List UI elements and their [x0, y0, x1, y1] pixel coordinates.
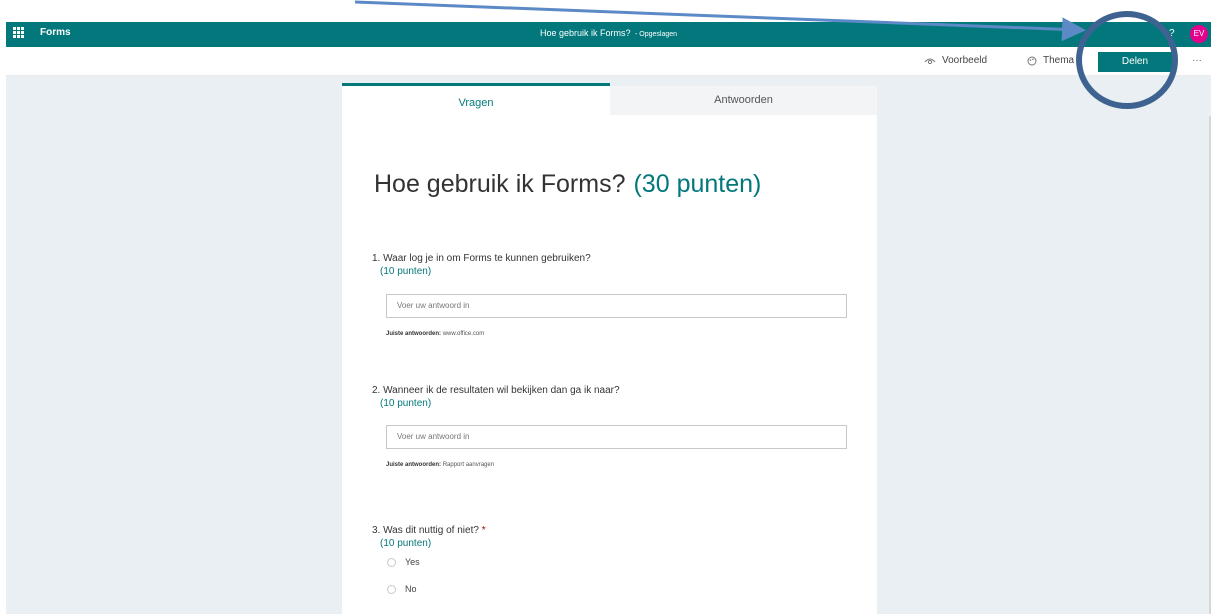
question-points: (10 punten): [380, 538, 432, 549]
question-1[interactable]: 1. Waar log je in om Forms te kunnen geb…: [372, 253, 591, 277]
theme-button[interactable]: Thema: [1027, 55, 1074, 66]
answer-input-1[interactable]: Voer uw antwoord in: [386, 294, 847, 318]
radio-label: No: [405, 584, 417, 594]
help-icon[interactable]: ?: [1169, 28, 1175, 39]
form-card: Hoe gebruik ik Forms? (30 punten) 1. Waar…: [342, 115, 877, 614]
palette-icon: [1027, 56, 1037, 65]
theme-label: Thema: [1043, 55, 1075, 66]
command-bar: Voorbeeld Thema Delen ···: [6, 47, 1211, 76]
app-bar: Forms Hoe gebruik ik Forms? - Opgeslagen…: [6, 22, 1211, 47]
correct-answer-value: www.office.com: [442, 331, 485, 337]
correct-answer-2: Juiste antwoorden: Rapport aanvragen: [386, 462, 494, 468]
document-title: Hoe gebruik ik Forms? - Opgeslagen: [6, 28, 1211, 38]
radio-button[interactable]: [387, 557, 396, 567]
radio-button[interactable]: [387, 584, 396, 594]
question-text-label: 3. Was dit nuttig of niet?: [372, 525, 479, 536]
avatar[interactable]: EV: [1190, 25, 1208, 43]
answer-input-2[interactable]: Voer uw antwoord in: [386, 425, 847, 449]
radio-option-no[interactable]: No: [387, 584, 417, 594]
question-points: (10 punten): [380, 266, 432, 277]
required-mark: *: [481, 525, 486, 536]
share-button[interactable]: Delen: [1098, 52, 1172, 72]
question-points: (10 punten): [380, 398, 432, 409]
document-title-text: Hoe gebruik ik Forms?: [539, 28, 631, 38]
radio-label: Yes: [405, 557, 420, 567]
form-title-text: Hoe gebruik ik Forms?: [374, 170, 626, 198]
preview-label: Voorbeeld: [942, 55, 988, 66]
correct-answer-1: Juiste antwoorden: www.office.com: [386, 331, 484, 337]
question-text: 1. Waar log je in om Forms te kunnen geb…: [372, 253, 591, 264]
more-options-icon[interactable]: ···: [1192, 55, 1202, 66]
eye-icon: [924, 58, 936, 64]
question-2[interactable]: 2. Wanneer ik de resultaten wil bekijken…: [372, 385, 620, 409]
question-text: 3. Was dit nuttig of niet? *: [372, 525, 486, 536]
save-status: - Opgeslagen: [635, 31, 678, 38]
correct-answer-value: Rapport aanvragen: [442, 462, 495, 468]
correct-answer-label: Juiste antwoorden:: [386, 331, 442, 337]
tab-questions[interactable]: Vragen: [342, 83, 610, 118]
question-3[interactable]: 3. Was dit nuttig of niet? * (10 punten): [372, 525, 486, 549]
radio-option-yes[interactable]: Yes: [387, 557, 420, 567]
correct-answer-label: Juiste antwoorden:: [386, 462, 442, 468]
tab-responses[interactable]: Antwoorden: [610, 86, 877, 115]
question-text: 2. Wanneer ik de resultaten wil bekijken…: [372, 385, 620, 396]
form-total-points: (30 punten): [633, 170, 762, 198]
preview-button[interactable]: Voorbeeld: [924, 55, 987, 66]
form-title[interactable]: Hoe gebruik ik Forms? (30 punten): [374, 170, 761, 199]
